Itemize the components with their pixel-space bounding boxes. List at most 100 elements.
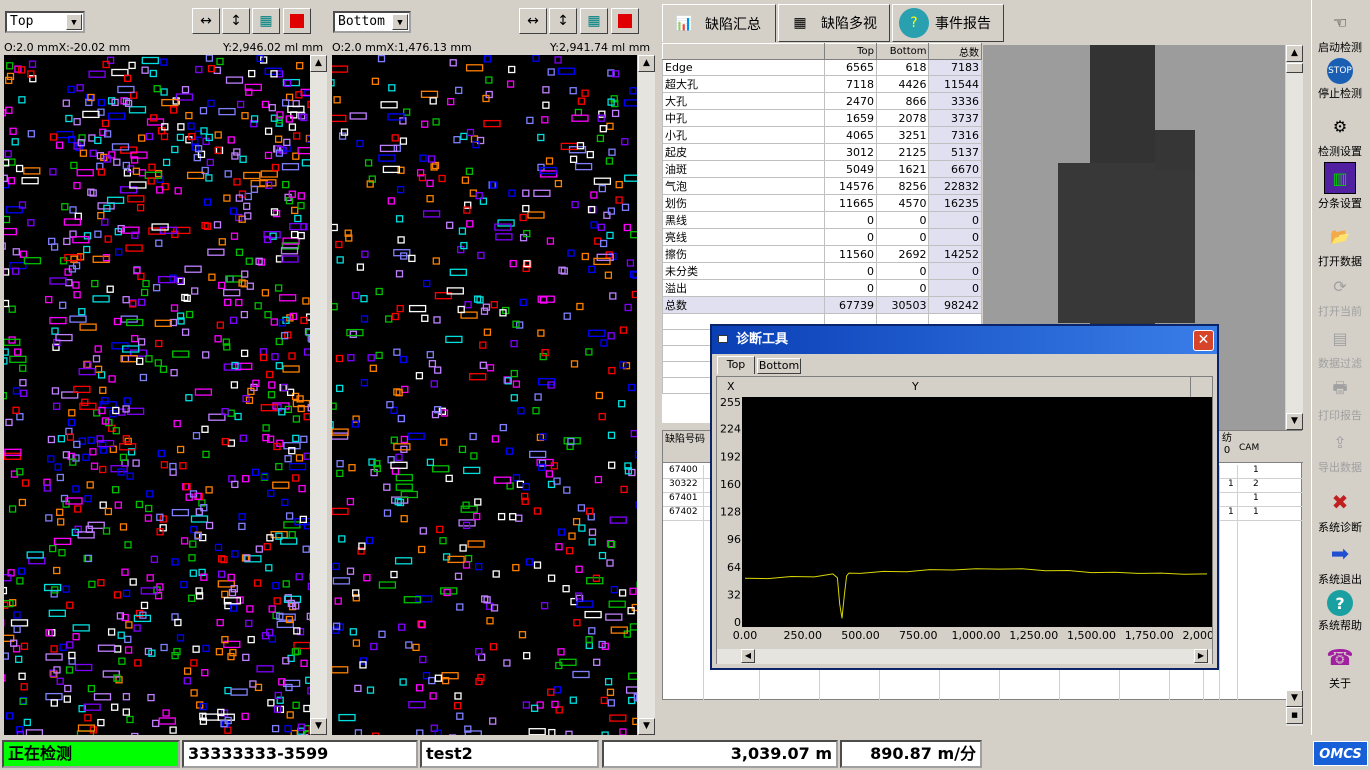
defect-marker[interactable] [12, 387, 21, 395]
defect-marker[interactable] [251, 468, 260, 476]
defect-marker[interactable] [265, 564, 273, 572]
defect-marker[interactable] [608, 366, 616, 375]
defect-marker[interactable] [548, 728, 556, 735]
defect-marker[interactable] [356, 263, 365, 271]
defect-marker[interactable] [509, 259, 517, 268]
defect-marker[interactable] [4, 357, 8, 365]
defect-marker[interactable] [619, 326, 628, 334]
defect-marker[interactable] [170, 369, 178, 377]
defect-marker[interactable] [349, 112, 367, 120]
defect-marker[interactable] [571, 200, 579, 209]
defect-marker[interactable] [426, 351, 434, 359]
defect-marker[interactable] [272, 581, 280, 590]
defect-marker[interactable] [271, 724, 280, 733]
defect-marker[interactable] [272, 481, 290, 489]
defect-marker[interactable] [169, 726, 177, 734]
defect-marker[interactable] [588, 627, 596, 635]
defect-marker[interactable] [188, 594, 196, 602]
defect-marker[interactable] [408, 304, 427, 313]
defect-marker[interactable] [208, 273, 216, 281]
tab-defect-multiview[interactable]: ▦ 缺陷多视 [778, 4, 890, 42]
defect-marker[interactable] [533, 561, 542, 569]
defect-marker[interactable] [599, 125, 607, 133]
defect-marker[interactable] [214, 131, 222, 139]
defect-marker[interactable] [65, 666, 74, 674]
defect-marker[interactable] [367, 354, 375, 362]
defect-marker[interactable] [606, 231, 614, 240]
defect-marker[interactable] [72, 624, 90, 632]
defect-marker[interactable] [541, 348, 549, 357]
defect-marker[interactable] [282, 365, 300, 373]
defect-marker[interactable] [336, 460, 344, 468]
defect-marker[interactable] [332, 666, 349, 674]
defect-marker[interactable] [79, 323, 97, 331]
defect-marker[interactable] [618, 589, 627, 597]
defect-marker[interactable] [458, 445, 467, 454]
defect-marker[interactable] [63, 695, 71, 703]
defect-marker[interactable] [141, 66, 149, 74]
defect-marker[interactable] [497, 219, 515, 227]
defect-marker[interactable] [624, 303, 632, 312]
defect-marker[interactable] [562, 585, 570, 593]
defect-marker[interactable] [292, 415, 301, 423]
defect-marker[interactable] [610, 586, 619, 594]
defect-marker[interactable] [533, 189, 551, 197]
defect-marker[interactable] [479, 361, 487, 369]
defect-marker[interactable] [155, 239, 163, 247]
scroll-up-icon[interactable]: ▲ [310, 55, 327, 72]
defect-marker[interactable] [573, 619, 581, 627]
defect-marker[interactable] [183, 667, 192, 675]
defect-marker[interactable] [421, 120, 429, 128]
defect-marker[interactable] [131, 732, 139, 736]
defect-marker[interactable] [47, 435, 56, 444]
defect-marker[interactable] [346, 328, 364, 337]
defect-marker[interactable] [227, 652, 235, 661]
defect-marker[interactable] [302, 297, 310, 305]
defect-marker[interactable] [118, 657, 126, 665]
defect-marker[interactable] [420, 90, 439, 98]
defect-marker[interactable] [428, 360, 437, 368]
defect-marker[interactable] [176, 445, 185, 454]
defect-marker[interactable] [235, 298, 243, 307]
defect-marker[interactable] [332, 402, 337, 410]
defect-marker[interactable] [281, 498, 289, 507]
defect-marker[interactable] [153, 85, 161, 93]
defect-marker[interactable] [244, 192, 252, 201]
defect-marker[interactable] [146, 118, 165, 126]
defect-marker[interactable] [399, 355, 407, 364]
scroll-down-icon[interactable]: ▼ [638, 718, 655, 735]
defect-marker[interactable] [608, 148, 616, 156]
defect-marker[interactable] [264, 127, 273, 135]
scroll-down-icon[interactable]: ▼ [1286, 690, 1303, 707]
defect-marker[interactable] [283, 138, 291, 147]
defect-marker[interactable] [138, 134, 146, 142]
defect-marker[interactable] [630, 231, 637, 239]
defect-marker[interactable] [27, 130, 35, 138]
defect-marker[interactable] [486, 364, 495, 372]
defect-marker[interactable] [106, 285, 114, 293]
defect-marker[interactable] [173, 647, 181, 656]
defect-marker[interactable] [505, 447, 514, 455]
defect-marker[interactable] [606, 559, 614, 567]
defect-marker[interactable] [588, 528, 597, 536]
defect-marker[interactable] [400, 435, 409, 444]
defect-marker[interactable] [73, 118, 81, 126]
defect-marker[interactable] [88, 134, 96, 142]
defect-marker[interactable] [65, 279, 73, 287]
defect-marker[interactable] [596, 134, 605, 143]
defect-marker[interactable] [299, 515, 307, 524]
defect-marker[interactable] [460, 132, 468, 141]
defect-marker[interactable] [300, 659, 308, 667]
defect-marker[interactable] [87, 436, 95, 445]
defect-marker[interactable] [202, 644, 210, 653]
defect-marker[interactable] [236, 100, 245, 109]
defect-marker[interactable] [19, 364, 27, 372]
defect-marker[interactable] [231, 550, 239, 558]
defect-marker[interactable] [569, 87, 577, 95]
defect-marker[interactable] [494, 223, 512, 231]
defect-marker[interactable] [216, 321, 224, 329]
defect-marker[interactable] [45, 514, 53, 522]
defect-marker[interactable] [179, 462, 187, 470]
defect-marker[interactable] [146, 574, 154, 582]
defect-marker[interactable] [155, 339, 163, 348]
